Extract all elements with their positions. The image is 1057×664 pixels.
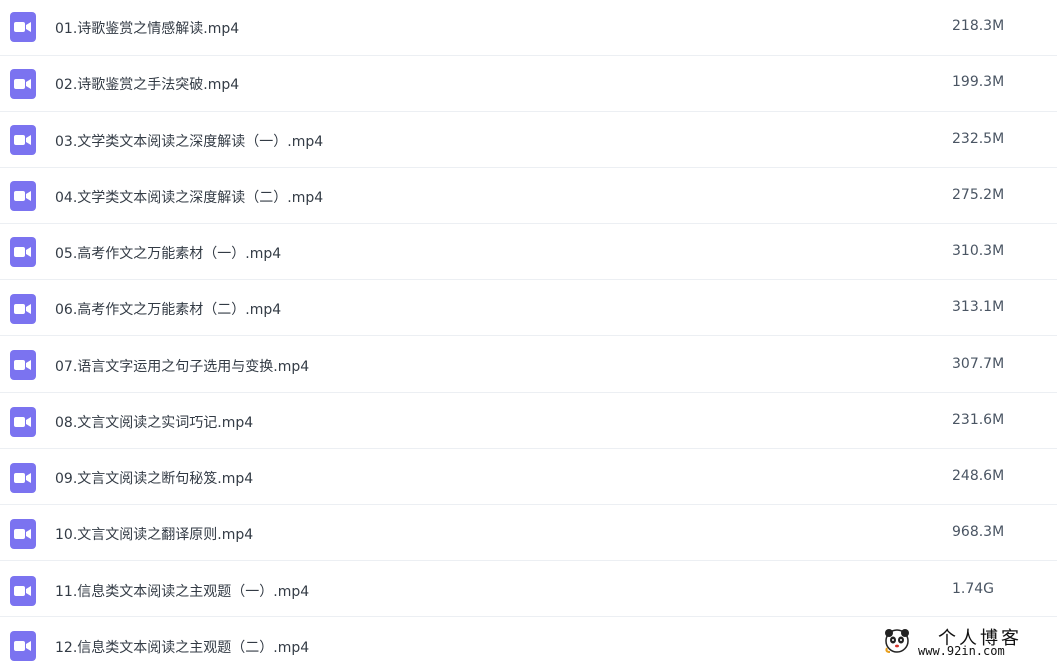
video-file-icon [10,631,36,661]
video-file-icon [10,294,36,324]
video-file-icon [10,12,36,42]
video-camera-icon [14,417,31,427]
video-file-icon [10,181,36,211]
file-row[interactable]: 05.高考作文之万能素材（一）.mp4 310.3M [0,224,1057,280]
file-name[interactable]: 12.信息类文本阅读之主观题（二）.mp4 [55,637,309,657]
video-file-icon [10,519,36,549]
video-file-icon [10,350,36,380]
file-size: 248.6M [952,468,1005,484]
file-name[interactable]: 11.信息类文本阅读之主观题（一）.mp4 [55,581,309,601]
file-name[interactable]: 08.文言文阅读之实词巧记.mp4 [55,412,253,432]
file-size: 275.2M [952,187,1005,203]
video-camera-icon [14,529,31,539]
file-size: 968.3M [952,524,1005,540]
file-name[interactable]: 10.文言文阅读之翻译原则.mp4 [55,524,253,544]
file-row[interactable]: 03.文学类文本阅读之深度解读（一）.mp4 232.5M [0,112,1057,168]
file-name[interactable]: 09.文言文阅读之断句秘笈.mp4 [55,468,253,488]
file-name[interactable]: 01.诗歌鉴赏之情感解读.mp4 [55,18,239,38]
video-camera-icon [14,191,31,201]
file-row[interactable]: 08.文言文阅读之实词巧记.mp4 231.6M [0,393,1057,449]
file-row[interactable]: 09.文言文阅读之断句秘笈.mp4 248.6M [0,449,1057,505]
video-camera-icon [14,641,31,651]
video-camera-icon [14,135,31,145]
video-file-icon [10,576,36,606]
panda-logo-icon [885,629,909,653]
file-list: 01.诗歌鉴赏之情感解读.mp4 218.3M 02.诗歌鉴赏之手法突破.mp4… [0,0,1057,664]
file-row[interactable]: 01.诗歌鉴赏之情感解读.mp4 218.3M [0,0,1057,56]
watermark-url: www.92in.com [918,644,1005,658]
file-name[interactable]: 03.文学类文本阅读之深度解读（一）.mp4 [55,131,323,151]
video-file-icon [10,463,36,493]
file-size: 232.5M [952,131,1005,147]
file-name[interactable]: 07.语言文字运用之句子选用与变换.mp4 [55,356,309,376]
file-row[interactable]: 06.高考作文之万能素材（二）.mp4 313.1M [0,280,1057,336]
video-file-icon [10,407,36,437]
file-row[interactable]: 07.语言文字运用之句子选用与变换.mp4 307.7M [0,337,1057,393]
video-camera-icon [14,247,31,257]
video-camera-icon [14,304,31,314]
video-camera-icon [14,473,31,483]
file-size: 1.74G [952,581,995,597]
video-camera-icon [14,79,31,89]
file-size: 231.6M [952,412,1005,428]
file-name[interactable]: 02.诗歌鉴赏之手法突破.mp4 [55,74,239,94]
video-file-icon [10,125,36,155]
file-name[interactable]: 04.文学类文本阅读之深度解读（二）.mp4 [55,187,323,207]
file-name[interactable]: 05.高考作文之万能素材（一）.mp4 [55,243,281,263]
video-camera-icon [14,22,31,32]
file-row[interactable]: 02.诗歌鉴赏之手法突破.mp4 199.3M [0,56,1057,112]
file-row[interactable]: 10.文言文阅读之翻译原则.mp4 968.3M [0,505,1057,561]
watermark: 个人博客 www.92in.com [880,624,1050,662]
file-size: 313.1M [952,299,1005,315]
file-size: 310.3M [952,243,1005,259]
file-row[interactable]: 04.文学类文本阅读之深度解读（二）.mp4 275.2M [0,168,1057,224]
file-name[interactable]: 06.高考作文之万能素材（二）.mp4 [55,299,281,319]
video-camera-icon [14,360,31,370]
file-size: 307.7M [952,356,1005,372]
video-file-icon [10,237,36,267]
video-camera-icon [14,586,31,596]
video-file-icon [10,69,36,99]
file-size: 218.3M [952,18,1005,34]
file-row[interactable]: 11.信息类文本阅读之主观题（一）.mp4 1.74G [0,561,1057,617]
file-size: 199.3M [952,74,1005,90]
